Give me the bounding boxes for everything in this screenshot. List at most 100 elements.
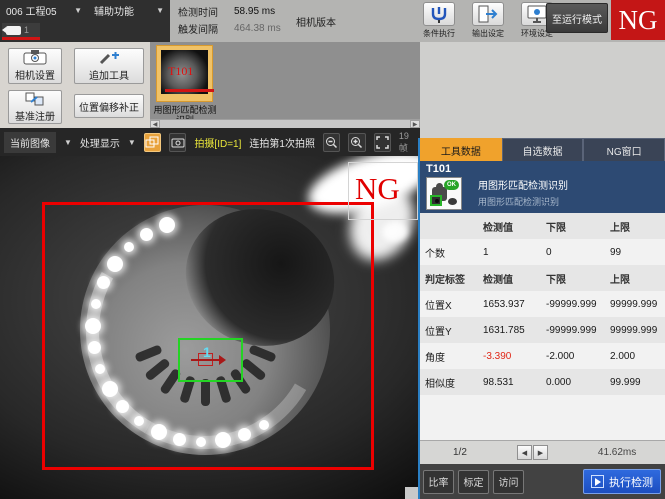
row-label: 个数: [425, 245, 483, 260]
door-arrow-icon: [472, 2, 504, 26]
row-value-ng: -3.390: [483, 351, 546, 362]
top-toolbar-buttons: 条件执行 输出设定 环境设定: [420, 2, 556, 39]
run-mode-button[interactable]: 至运行模式: [546, 3, 608, 33]
ratio-button[interactable]: 比率: [423, 470, 454, 494]
table-row: 位置X 1653.937 -99999.999 99999.999: [420, 291, 665, 317]
ng-result-frame: NG: [348, 162, 418, 220]
chevron-down-icon: ▼: [156, 6, 164, 15]
camera-tab-number: 1: [24, 25, 29, 35]
position-offset-label: 位置偏移补正: [79, 99, 139, 114]
camera-setup-label: 相机设置: [15, 67, 55, 82]
aux-menu-label: 辅助功能: [94, 3, 134, 18]
reference-squares-icon: [25, 92, 45, 106]
thumbnail-scrollbar[interactable]: ◀ ▶: [150, 119, 420, 128]
row-label: 相似度: [425, 375, 483, 390]
display-mode-dropdown[interactable]: 处理显示: [80, 135, 120, 150]
thumbnail-caption-line1: 用图形匹配检测: [150, 105, 220, 115]
row-value: 检测值: [483, 271, 546, 286]
output-settings-label: 输出设定: [469, 28, 507, 39]
timing-stats: 检测时间 58.95 ms 触发间隔 464.38 ms: [178, 3, 298, 41]
add-tool-button[interactable]: 追加工具: [74, 48, 144, 84]
magnifier-plus-icon: [350, 136, 363, 149]
trigger-interval-value: 464.38 ms: [234, 23, 281, 34]
page-prev-button[interactable]: ◀: [517, 445, 532, 460]
scroll-right-icon[interactable]: ▶: [410, 120, 420, 128]
project-dropdown[interactable]: 006 工程05 ▼: [0, 0, 88, 21]
page-next-button[interactable]: ▶: [533, 445, 548, 460]
access-button[interactable]: 访问: [493, 470, 524, 494]
row-low: -2.000: [546, 351, 610, 362]
frame-count-label: 19帧: [399, 131, 416, 154]
trigger-interval-row: 触发间隔 464.38 ms: [178, 20, 298, 37]
table-subheader-row: 判定标签 检测值 下限 上限: [420, 265, 665, 291]
aux-menu-dropdown[interactable]: 辅助功能 ▼: [88, 0, 170, 21]
row-label: 角度: [425, 349, 483, 364]
scroll-left-icon[interactable]: ◀: [150, 120, 160, 128]
header-low: 下限: [546, 219, 610, 234]
ok-bubble-icon: OK: [444, 180, 459, 190]
snapshot-button[interactable]: [169, 133, 186, 152]
current-image-tab[interactable]: 当前图像: [4, 132, 56, 153]
camera-tab[interactable]: 1: [2, 23, 40, 40]
tab-custom-data[interactable]: 自选数据: [502, 138, 584, 161]
capture-id-label: 拍摄[ID=1]: [194, 135, 241, 150]
condition-execute-button[interactable]: 条件执行: [420, 2, 458, 39]
pen-plus-icon: [97, 51, 121, 65]
row-label: 判定标签: [425, 271, 483, 286]
row-high: 99999.999: [610, 299, 665, 310]
tab-ng-window[interactable]: NG窗口: [583, 138, 665, 161]
shot-sequence-label: 连拍第1次拍照: [249, 135, 315, 150]
chevron-down-icon: ▼: [74, 6, 82, 15]
chevron-down-icon: ▼: [128, 138, 136, 147]
overlay-windows-button[interactable]: [144, 133, 161, 152]
zoom-in-button[interactable]: [348, 133, 365, 152]
row-high: 99: [610, 247, 665, 258]
header-high: 上限: [610, 219, 665, 234]
camera-icon: [23, 50, 47, 65]
camera-setup-button[interactable]: 相机设置: [8, 48, 62, 84]
shape-match-tool-icon: OK: [426, 177, 462, 210]
calibration-button[interactable]: 标定: [458, 470, 489, 494]
tool-thumbnail-t101[interactable]: T101: [156, 45, 213, 102]
tool-thumbnail-strip: T101 用图形匹配检测 识别 ◀ ▶: [150, 42, 420, 128]
fit-view-button[interactable]: [374, 133, 391, 152]
app-window: 006 工程05 ▼ 辅助功能 ▼ 1 检测时间 58.95 ms 触发间隔 4…: [0, 0, 665, 499]
dot-icon: [448, 198, 457, 205]
ng-status-text: NG: [619, 5, 658, 36]
add-tool-label: 追加工具: [89, 67, 129, 82]
row-low: 0: [546, 247, 610, 258]
image-viewport[interactable]: NG 1: [0, 156, 418, 499]
zoom-out-button[interactable]: [323, 133, 340, 152]
execute-detection-button[interactable]: 执行检测: [583, 469, 661, 494]
detect-time-label: 检测时间: [178, 4, 234, 19]
position-offset-button[interactable]: 位置偏移补正: [74, 94, 144, 118]
tab-tool-data[interactable]: 工具数据: [420, 138, 502, 161]
row-label: 位置Y: [425, 323, 483, 338]
camera-icon: [6, 26, 21, 35]
play-icon: [591, 475, 604, 488]
thumbnail-ng-bar: [165, 89, 214, 92]
ng-result-text: NG: [355, 171, 417, 207]
top-right-spacer: [420, 42, 665, 138]
row-value: 1653.937: [483, 299, 546, 310]
overlapping-windows-icon: [145, 136, 159, 149]
right-panel-footer: 比率 标定 访问 执行检测: [420, 464, 665, 499]
row-value: 1631.785: [483, 325, 546, 336]
row-low: -99999.999: [546, 325, 610, 336]
register-reference-label: 基准注册: [15, 108, 55, 123]
row-low: 0.000: [546, 377, 610, 388]
overexposed-blob: [382, 222, 408, 242]
thumbnail-caption: 用图形匹配检测 识别: [150, 105, 220, 120]
tool-time-label: 41.62ms: [598, 447, 636, 458]
register-reference-button[interactable]: 基准注册: [8, 90, 62, 124]
output-settings-button[interactable]: 输出设定: [469, 2, 507, 39]
row-value: 98.531: [483, 377, 546, 388]
grabber-icon: [423, 2, 455, 26]
match-arrow-tip: [219, 355, 226, 365]
row-high: 2.000: [610, 351, 665, 362]
table-row-angle: 角度 -3.390 -2.000 2.000: [420, 343, 665, 369]
condition-execute-label: 条件执行: [420, 28, 458, 39]
result-table: 检测值 下限 上限 个数 1 0 99 判定标签 检测值 下限 上限 位置X 1…: [420, 213, 665, 440]
row-high: 99999.999: [610, 325, 665, 336]
detect-time-row: 检测时间 58.95 ms: [178, 3, 298, 20]
